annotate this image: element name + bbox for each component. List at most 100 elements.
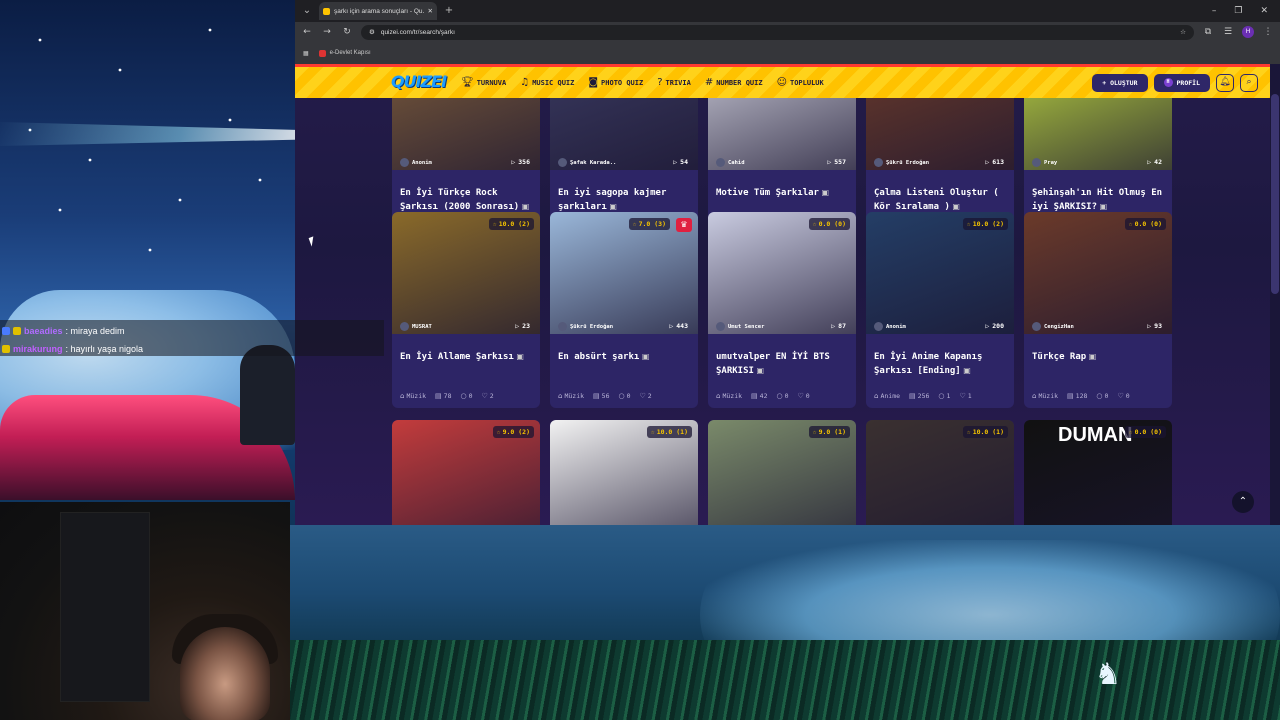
play-icon: ▷ (515, 322, 520, 330)
meta-likes: ♡ 2 (482, 392, 494, 400)
close-window-icon[interactable]: ✕ (1260, 6, 1268, 16)
window-controls: – ❐ ✕ (1212, 6, 1280, 16)
profile-button[interactable]: H PROFİL (1153, 73, 1210, 92)
quiz-title[interactable]: Şehinşah'ın Hit Olmuş En iyi ŞARKISI? ▣ (1032, 186, 1166, 214)
author-name: Pray (1044, 159, 1058, 166)
meta-value: 1 (967, 392, 972, 400)
nav-label: TRIVIA (665, 78, 691, 87)
quiz-title[interactable]: Motive Tüm Şarkılar ▣ (716, 186, 850, 200)
rating-badge: ☆ 9.0 (1) (808, 426, 850, 438)
search-icon[interactable]: ⌕ (1240, 73, 1258, 92)
quiz-title[interactable]: En İyi Türkçe Rock Şarkısı (2000 Sonrası… (400, 186, 534, 214)
rating-value: 10.0 (2) (498, 220, 530, 228)
author[interactable]: Şükrü Erdoğan (874, 158, 929, 167)
webcam-feed (0, 502, 290, 720)
url-field[interactable]: ⚙ quizei.com/tr/search/şarkı ☆ (361, 24, 1194, 40)
quiz-title[interactable]: Çalma Listeni Oluştur ( Kör Sıralama ) ▣ (874, 186, 1008, 214)
reload-icon[interactable]: ↻ (341, 27, 353, 37)
hash-icon: # (704, 77, 714, 88)
play-count-value: 356 (518, 158, 530, 166)
quiz-title[interactable]: En İyi Anime Kapanış Şarkısı [Ending] ▣ (874, 350, 1008, 378)
quiz-card[interactable]: ☆ 9.0 (1) (708, 420, 856, 525)
quiz-title[interactable]: En absürt şarkı ▣ (558, 350, 692, 364)
quiz-card[interactable]: ☆ 10.0 (2) MUSRAT ▷ 23 En İyi Allame Şarkısı … (392, 212, 540, 408)
nav-label: TOPLULUK (790, 78, 824, 87)
maximize-icon[interactable]: ❐ (1234, 6, 1242, 16)
quiz-card[interactable]: ☆ 0.0 (0) Umut Sencer ▷ 87 umutvalper EN İYİ … (708, 212, 856, 408)
page-scrollbar[interactable] (1270, 64, 1280, 525)
notification-bell-icon[interactable]: 🔔︎ (1216, 73, 1234, 92)
meta-value: 0 (805, 392, 810, 400)
quiz-title[interactable]: En iyi sagopa kajmer şarkıları ▣ (558, 186, 692, 214)
rating-badge: ☆ 10.0 (2) (962, 218, 1008, 230)
close-tab-icon[interactable]: ✕ (428, 7, 433, 15)
quiz-thumbnail[interactable] (1024, 212, 1172, 334)
back-icon[interactable]: ← (301, 27, 313, 37)
quiz-title[interactable]: En İyi Allame Şarkısı ▣ (400, 350, 534, 364)
author[interactable]: Anonim (874, 322, 906, 331)
scroll-thumb[interactable] (1271, 94, 1279, 294)
author[interactable]: MUSRAT (400, 322, 432, 331)
thumbnail-text: DUMAN (1058, 424, 1133, 446)
quiz-card[interactable]: ☆ 10.0 (1) (550, 420, 698, 525)
quiz-card[interactable]: ☆ 0.0 (0) CengizHan ▷ 93 Türkçe Rap ▣ ⌂ Müzik ▤ 1… (1024, 212, 1172, 408)
tab-list-icon[interactable]: ⌄ (299, 3, 315, 19)
play-icon: ▷ (1147, 322, 1152, 330)
card-meta: ⌂ Müzik ▤ 78 ○ 0 ♡ 2 (400, 392, 494, 400)
tab-bar: ⌄ şarkı için arama sonuçları - Qu... ✕ +… (295, 0, 1280, 22)
apps-icon[interactable]: ▦ (303, 50, 309, 57)
author[interactable]: Anonim (400, 158, 432, 167)
media-icon[interactable]: ☰ (1222, 27, 1234, 37)
nav-trivia[interactable]: ? TRIVIA (657, 77, 691, 88)
heart-icon: ♡ (481, 392, 488, 400)
quiz-card[interactable]: ☆ 7.0 (3) ♛ Şükrü Erdoğan ▷ 443 En absürt şark… (550, 212, 698, 408)
author[interactable]: Şafak Karada.. (558, 158, 616, 167)
comment-icon: ○ (1096, 392, 1103, 400)
new-tab-icon[interactable]: + (441, 3, 457, 19)
minimize-icon[interactable]: – (1212, 6, 1217, 16)
quiz-card[interactable]: DUMAN ☆ 0.0 (0) (1024, 420, 1172, 525)
rating-badge: ☆ 10.0 (1) (646, 426, 692, 438)
author[interactable]: Şükrü Erdoğan (558, 322, 613, 331)
quiz-title[interactable]: Türkçe Rap ▣ (1032, 350, 1166, 364)
scroll-to-top-button[interactable]: ⌃ (1232, 491, 1254, 513)
meta-questions: ▤ 42 (751, 392, 767, 400)
quiz-thumbnail[interactable] (708, 212, 856, 334)
author[interactable]: Umut Sencer (716, 322, 764, 331)
author[interactable]: CengizHan (1032, 322, 1074, 331)
quiz-card[interactable]: ☆ 9.0 (2) (392, 420, 540, 525)
site-info-icon[interactable]: ⚙ (369, 28, 375, 36)
menu-icon[interactable]: ⋮ (1262, 27, 1274, 37)
rating-badge: ☆ 9.0 (2) (492, 426, 534, 438)
quiz-card[interactable]: ☆ 10.0 (1) (866, 420, 1014, 525)
create-button[interactable]: + OLUŞTUR (1092, 73, 1148, 92)
rating-badge: ☆ 0.0 (0) (1124, 426, 1166, 438)
avatar (874, 158, 883, 167)
bookmark-star-icon[interactable]: ☆ (1180, 28, 1186, 36)
nav-number-quiz[interactable]: # NUMBER QUIZ (705, 77, 763, 88)
meta-category: ⌂Müzik (716, 392, 742, 400)
bookmark-edevlet[interactable]: e-Devlet Kapısı (318, 49, 371, 57)
meta-value: 78 (443, 392, 452, 400)
quiz-title[interactable]: umutvalper EN İYİ BTS ŞARKISI ▣ (716, 350, 850, 378)
nav-music-quiz[interactable]: ♫ MUSIC QUIZ (520, 77, 574, 88)
site-logo[interactable]: QUIZEI (391, 72, 447, 91)
nav-photo-quiz[interactable]: ◙ PHOTO QUIZ (588, 77, 643, 88)
star-icon: ☆ (966, 220, 971, 228)
extensions-icon[interactable]: ⧉ (1202, 27, 1214, 37)
profile-avatar[interactable]: H (1242, 26, 1254, 38)
browser-tab[interactable]: şarkı için arama sonuçları - Qu... ✕ (319, 2, 437, 20)
browser-window: ⌄ şarkı için arama sonuçları - Qu... ✕ +… (295, 0, 1280, 525)
author[interactable]: Cahid (716, 158, 745, 167)
play-count: ▷ 87 (831, 322, 846, 330)
video-icon: ▣ (1097, 202, 1108, 211)
quiz-card[interactable]: ☆ 10.0 (2) Anonim ▷ 200 En İyi Anime Kapanış … (866, 212, 1014, 408)
comment-icon: ○ (618, 392, 625, 400)
nav-topluluk[interactable]: ☺ TOPLULUK (777, 77, 824, 88)
quiz-thumbnail[interactable] (866, 212, 1014, 334)
meta-category: ⌂Müzik (1032, 392, 1058, 400)
forward-icon[interactable]: → (321, 27, 333, 37)
author[interactable]: Pray (1032, 158, 1057, 167)
nav-turnuva[interactable]: 🏆︎ TURNUVA (461, 77, 506, 88)
quiz-thumbnail[interactable] (392, 212, 540, 334)
